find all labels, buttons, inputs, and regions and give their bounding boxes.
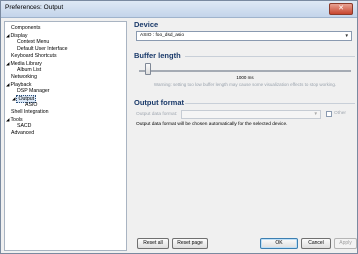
tree-item-networking[interactable]: Networking	[11, 74, 37, 81]
device-heading: Device	[134, 20, 159, 29]
tree-item-keyboard-shortcuts[interactable]: Keyboard Shortcuts	[11, 53, 57, 60]
apply-button[interactable]: Apply	[334, 238, 357, 249]
device-dropdown[interactable]: ASIO : foo_dsd_asio ▼	[136, 31, 352, 41]
buffer-length-slider-thumb[interactable]	[145, 63, 151, 75]
other-checkbox[interactable]	[326, 111, 332, 117]
output-data-format-dropdown[interactable]: ▼	[181, 110, 321, 119]
output-format-heading: Output format	[134, 98, 184, 107]
close-icon: ✕	[338, 5, 344, 12]
window-title: Preferences: Output	[5, 4, 64, 11]
section-divider	[185, 56, 355, 57]
device-selected-value: ASIO : foo_dsd_asio	[140, 33, 184, 38]
close-button[interactable]: ✕	[329, 3, 353, 15]
chevron-down-icon: ▼	[313, 111, 318, 116]
tree-item-context-menu[interactable]: Context Menu	[17, 39, 49, 46]
tree-item-asio[interactable]: ASIO	[25, 102, 37, 109]
buffer-length-slider-track[interactable]	[139, 70, 351, 72]
tree-item-advanced[interactable]: Advanced	[11, 130, 34, 137]
cancel-button[interactable]: Cancel	[301, 238, 331, 249]
buffer-length-value: 1000 ms	[236, 75, 254, 80]
section-divider	[185, 103, 355, 104]
other-checkbox-label: Other	[334, 111, 346, 116]
chevron-down-icon: ▼	[344, 33, 349, 38]
preferences-window: Preferences: Output ✕ Components ◢Displa…	[0, 0, 358, 254]
reset-all-button[interactable]: Reset all	[137, 238, 169, 249]
output-format-note: Output data format will be chosen automa…	[136, 122, 288, 127]
tree-item-sacd[interactable]: SACD	[17, 123, 31, 130]
tree-item-components[interactable]: Components	[11, 25, 40, 32]
expand-icon[interactable]: ◢	[6, 61, 9, 66]
buffer-warning: Warning: setting too low buffer length m…	[153, 82, 337, 87]
ok-button[interactable]: OK	[260, 238, 298, 249]
tree-item-shell-integration[interactable]: Shell Integration	[11, 109, 49, 116]
tree-item-dsp-manager[interactable]: DSP Manager	[17, 88, 50, 95]
output-page: Device ASIO : foo_dsd_asio ▼ Buffer leng…	[133, 19, 357, 253]
preferences-tree[interactable]: Components ◢Display Context Menu Default…	[4, 21, 127, 251]
expand-icon[interactable]: ◢	[12, 96, 15, 101]
expand-icon[interactable]: ◢	[6, 82, 9, 87]
tree-item-album-list[interactable]: Album List	[17, 67, 41, 74]
reset-page-button[interactable]: Reset page	[172, 238, 208, 249]
expand-icon[interactable]: ◢	[6, 117, 9, 122]
buffer-length-heading: Buffer length	[134, 51, 181, 60]
expand-icon[interactable]: ◢	[6, 33, 9, 38]
output-data-format-label: Output data format:	[136, 112, 178, 117]
title-bar[interactable]: Preferences: Output ✕	[1, 1, 357, 18]
tree-item-default-user-interface[interactable]: Default User Interface	[17, 46, 67, 53]
